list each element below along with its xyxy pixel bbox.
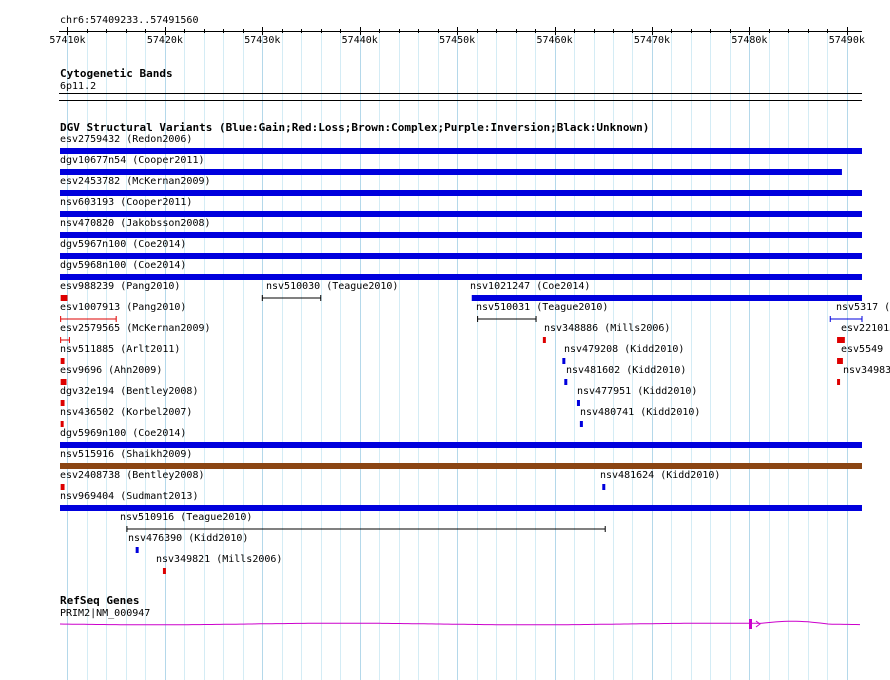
- dgv-variant-block: [162, 568, 166, 574]
- dgv-variant-block: [60, 295, 68, 301]
- track-features: [59, 27, 863, 629]
- dgv-variant-block: [837, 358, 843, 364]
- dgv-variant-block: [60, 421, 64, 427]
- dgv-variant-block: [602, 484, 606, 490]
- dgv-variant-bar: [60, 505, 862, 511]
- dgv-variant-block: [576, 400, 580, 406]
- dgv-variant-block: [837, 337, 845, 343]
- dgv-variant-bar: [60, 190, 862, 196]
- refseq-gene-exon: [749, 619, 752, 629]
- dgv-variant-block: [837, 379, 841, 385]
- refseq-strand-arrow: [755, 620, 761, 628]
- dgv-variant-block: [564, 379, 568, 385]
- dgv-variant-block: [60, 400, 65, 406]
- dgv-variant-bar: [60, 169, 842, 175]
- dgv-variant-block: [562, 358, 566, 364]
- dgv-variant-bar: [60, 274, 862, 280]
- dgv-variant-bar: [60, 463, 862, 469]
- dgv-variant-block: [135, 547, 139, 553]
- dgv-variant-block: [579, 421, 583, 427]
- dgv-variant-bar: [60, 148, 862, 154]
- dgv-variant-bar: [60, 442, 862, 448]
- dgv-variant-block: [60, 484, 65, 490]
- dgv-variant-block: [60, 358, 65, 364]
- dgv-variant-bar: [60, 232, 862, 238]
- refseq-gene-intron-line: [59, 620, 861, 626]
- dgv-variant-bar: [60, 253, 862, 259]
- dgv-variant-block: [542, 337, 546, 343]
- dgv-variant-bar: [471, 295, 862, 301]
- dgv-variant-block: [60, 379, 67, 385]
- dgv-variant-bar: [60, 211, 862, 217]
